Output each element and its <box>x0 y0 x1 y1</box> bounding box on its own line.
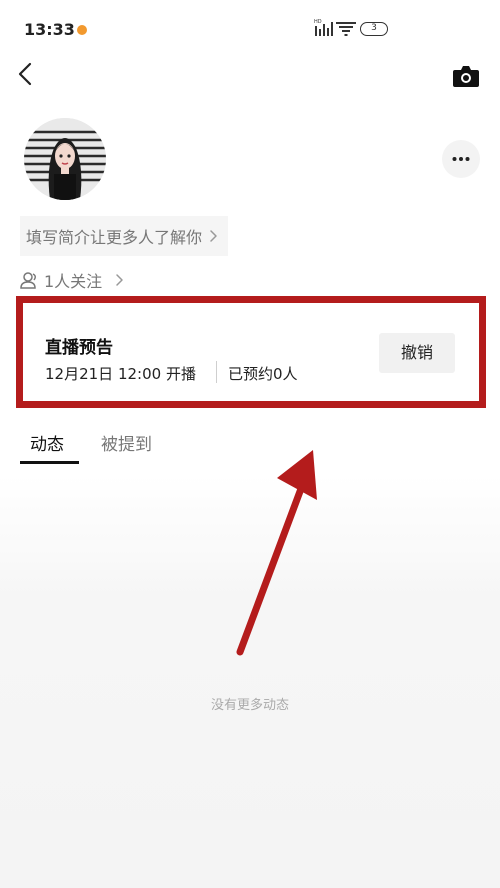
notification-dot-icon <box>77 25 87 35</box>
status-bar: 13:33 HD 3 <box>0 0 500 58</box>
bio-edit-chip[interactable]: 填写简介让更多人了解你 <box>20 216 229 256</box>
divider <box>216 361 217 383</box>
live-preview-title: 直播预告 <box>45 338 113 358</box>
camera-icon[interactable] <box>452 64 480 88</box>
followers-row[interactable]: 1人关注 <box>20 269 124 291</box>
live-booking-count: 已预约0人 <box>228 365 298 383</box>
chevron-right-icon <box>210 230 217 242</box>
status-time: 13:33 <box>24 20 75 39</box>
person-icon <box>20 272 36 289</box>
annotation-arrow-icon <box>236 450 317 656</box>
live-start-time: 12月21日 12:00 开播 <box>45 365 196 383</box>
wifi-icon <box>336 22 356 36</box>
svg-text:HD: HD <box>314 19 322 25</box>
signal-icon: HD <box>314 19 333 36</box>
empty-feed-text: 没有更多动态 <box>210 698 289 713</box>
tab-mentions[interactable]: 被提到 <box>101 430 152 455</box>
more-icon <box>452 157 470 161</box>
followers-count: 1人关注 <box>44 272 103 291</box>
cancel-live-button[interactable]: 撤销 <box>379 333 455 373</box>
tab-posts[interactable]: 动态 <box>30 430 64 455</box>
back-icon[interactable] <box>14 62 38 86</box>
avatar[interactable] <box>24 118 106 200</box>
live-preview-card: 直播预告 12月21日 12:00 开播 已预约0人 撤销 <box>16 296 486 408</box>
chevron-right-icon <box>116 274 123 286</box>
active-tab-indicator <box>20 461 79 464</box>
more-button[interactable] <box>442 140 480 178</box>
avatar-image <box>24 118 106 200</box>
bio-placeholder-text: 填写简介让更多人了解你 <box>26 228 203 247</box>
battery-icon: 3 <box>360 22 388 36</box>
